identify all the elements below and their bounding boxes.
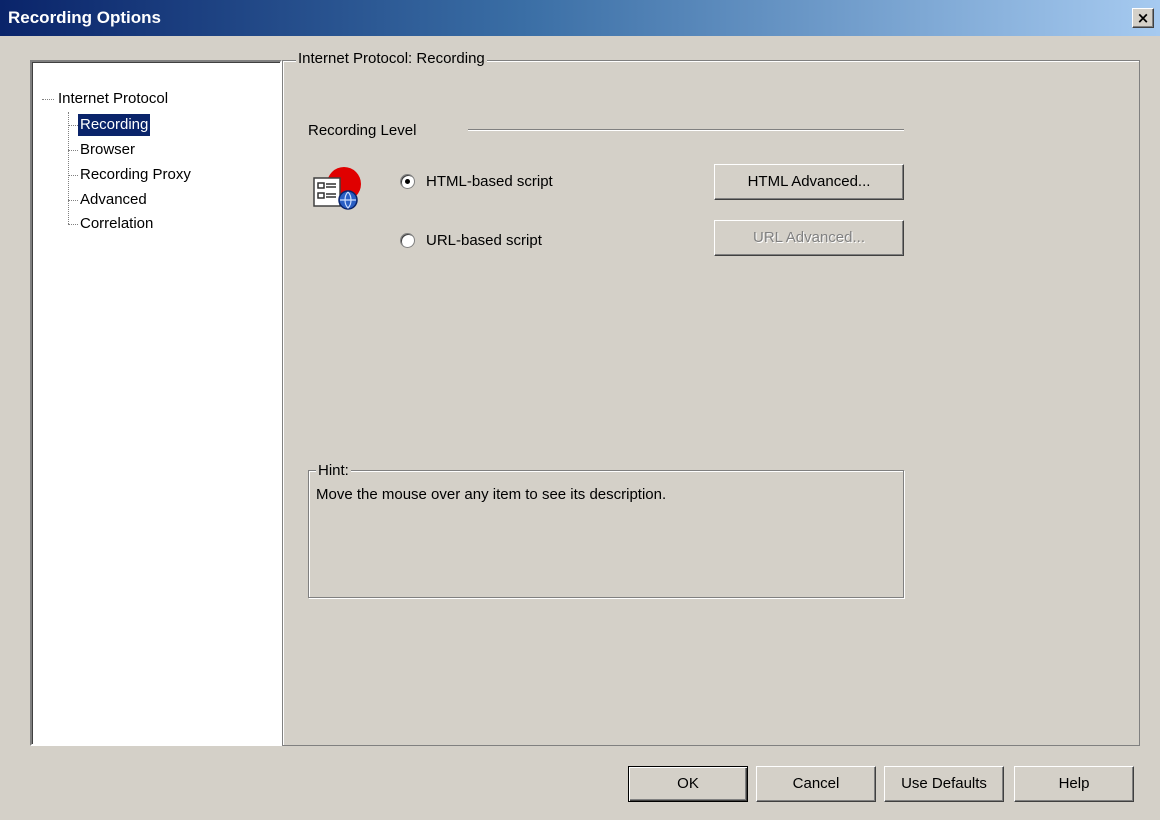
- tree-item-label: Recording Proxy: [80, 166, 191, 183]
- options-tree[interactable]: Internet Protocol Recording Browser Reco…: [30, 60, 282, 746]
- html-advanced-button[interactable]: HTML Advanced...: [714, 164, 904, 200]
- section-divider: [468, 129, 904, 131]
- ok-button[interactable]: OK: [628, 766, 748, 802]
- title-bar: Recording Options ×: [0, 0, 1160, 36]
- window-title: Recording Options: [8, 8, 161, 27]
- tree-connector: [68, 125, 78, 126]
- tree-connector: [68, 200, 78, 201]
- tree-item-label: Correlation: [80, 215, 154, 232]
- recording-level-icon: [313, 167, 361, 210]
- tree-root-connector: [42, 99, 54, 100]
- cancel-button[interactable]: Cancel: [756, 766, 876, 802]
- tree-connector: [68, 150, 78, 151]
- close-icon: ×: [1136, 9, 1150, 27]
- tree-connector: [68, 224, 78, 225]
- tree-item-label: Advanced: [80, 191, 147, 208]
- radio-button[interactable]: [400, 174, 415, 189]
- help-button[interactable]: Help: [1014, 766, 1134, 802]
- hint-label: Hint:: [316, 462, 351, 479]
- panel-title: Internet Protocol: Recording: [296, 50, 487, 67]
- url-advanced-button[interactable]: URL Advanced...: [714, 220, 904, 256]
- settings-panel: [282, 60, 1140, 746]
- radio-dot: [405, 179, 410, 184]
- hint-text: Move the mouse over any item to see its …: [316, 486, 667, 503]
- dialog-body: Internet Protocol Recording Browser Reco…: [0, 36, 1160, 820]
- radio-button[interactable]: [400, 233, 415, 248]
- recording-level-label: Recording Level: [308, 122, 417, 139]
- tree-vertical-connector: [68, 112, 69, 224]
- tree-item-label: Browser: [80, 141, 136, 158]
- use-defaults-button[interactable]: Use Defaults: [884, 766, 1004, 802]
- url-based-label: URL-based script: [426, 232, 542, 249]
- tree-item-label: Internet Protocol: [58, 90, 169, 107]
- tree-connector: [68, 175, 78, 176]
- close-button[interactable]: ×: [1132, 8, 1154, 28]
- html-based-label: HTML-based script: [426, 173, 553, 190]
- tree-item-label: Recording: [78, 114, 151, 136]
